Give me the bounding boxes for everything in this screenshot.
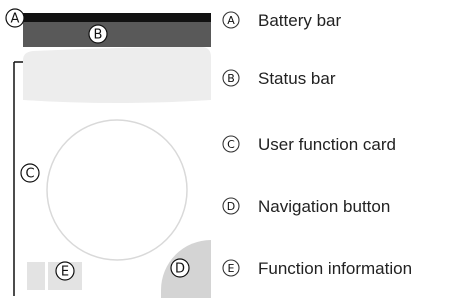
marker-e-letter: E: [61, 265, 69, 280]
legend-label-a: Battery bar: [258, 11, 341, 30]
legend-marker-a: A: [227, 14, 235, 27]
marker-c: C: [20, 163, 40, 183]
legend-item-e: E Function information: [222, 259, 412, 278]
marker-d-letter: D: [175, 262, 185, 277]
legend-marker-e: E: [228, 262, 235, 275]
user-function-card: [23, 47, 211, 103]
marker-a: A: [5, 8, 25, 28]
marker-e: E: [55, 261, 75, 281]
legend-marker-c: C: [227, 138, 235, 151]
legend: A Battery bar B Status bar C User functi…: [222, 11, 412, 278]
marker-c-letter: C: [25, 167, 34, 182]
function-info-block-1: [27, 262, 45, 290]
legend-item-b: B Status bar: [222, 69, 336, 88]
legend-label-e: Function information: [258, 259, 412, 278]
battery-bar: [23, 13, 211, 22]
marker-d: D: [170, 258, 190, 278]
status-bar: [23, 22, 211, 47]
legend-item-a: A Battery bar: [222, 11, 341, 30]
legend-item-c: C User function card: [222, 135, 396, 154]
legend-label-d: Navigation button: [258, 197, 390, 216]
marker-b-letter: B: [94, 28, 103, 43]
marker-a-letter: A: [11, 12, 20, 27]
legend-label-b: Status bar: [258, 69, 336, 88]
diagram: A B C D E A Battery bar B Status bar C U…: [5, 8, 412, 298]
card-bracket: [13, 61, 23, 296]
legend-label-c: User function card: [258, 135, 396, 154]
legend-marker-d: D: [227, 200, 235, 213]
legend-marker-b: B: [227, 72, 235, 85]
legend-item-d: D Navigation button: [222, 197, 390, 216]
device-screen: [23, 12, 211, 298]
marker-b: B: [88, 24, 108, 44]
